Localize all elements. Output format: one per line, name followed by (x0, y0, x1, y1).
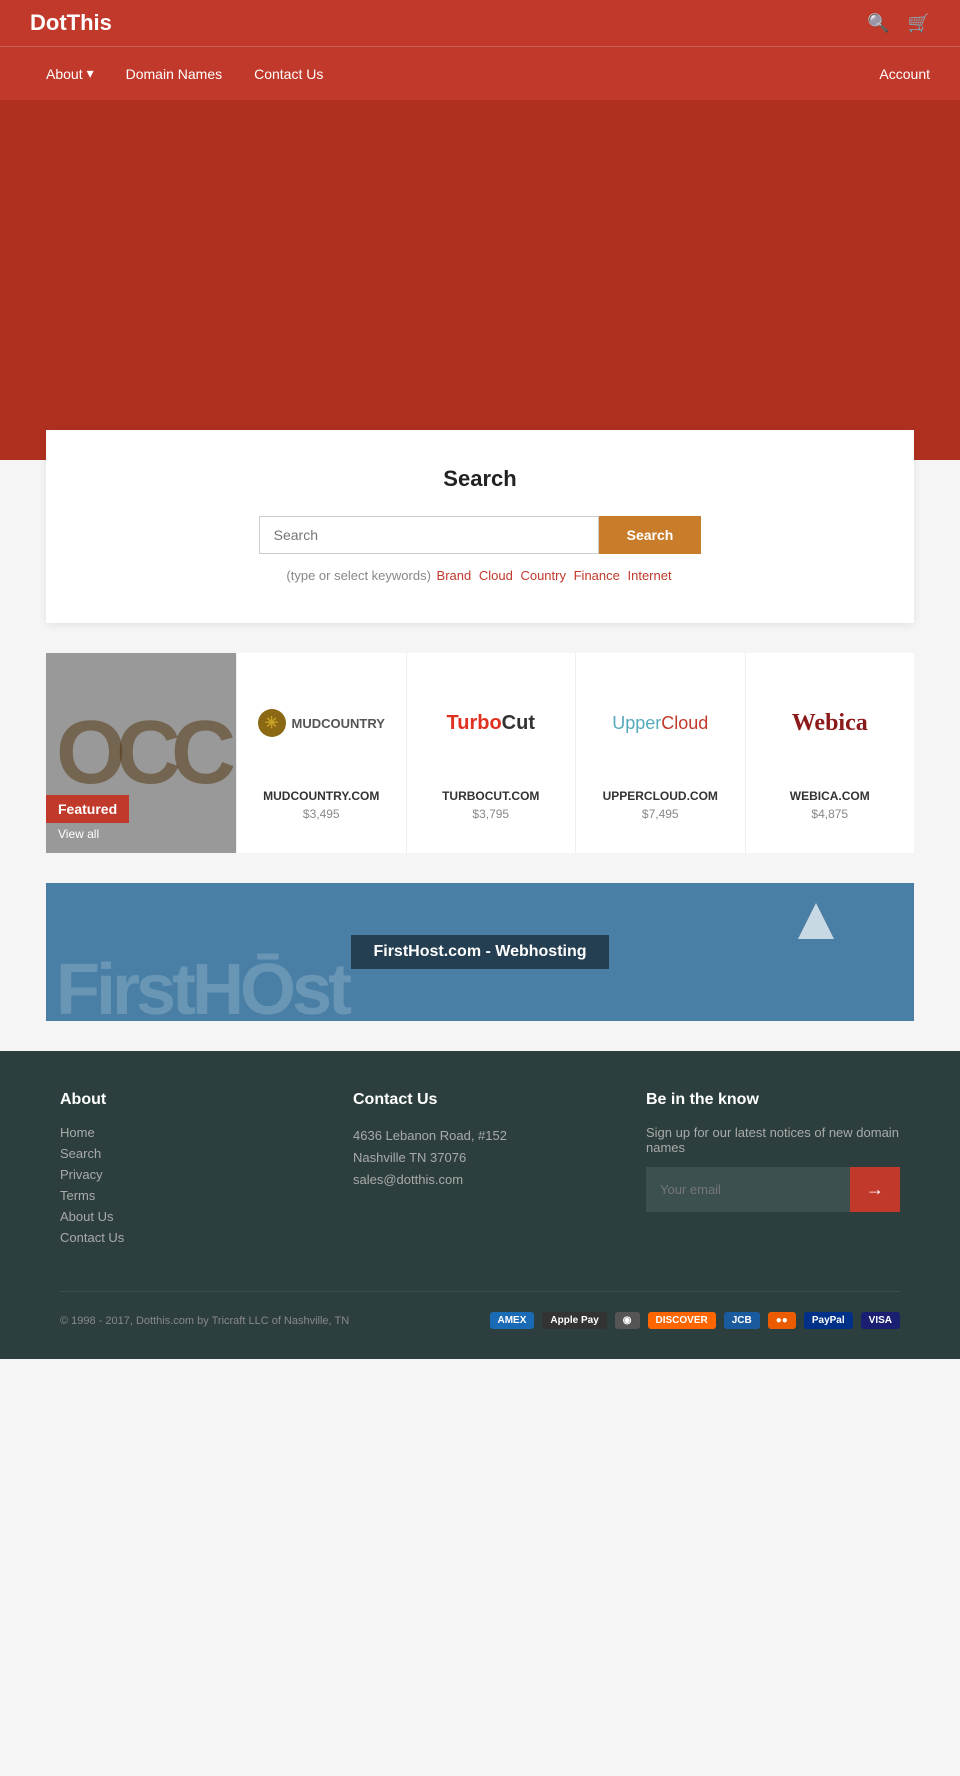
newsletter-row: → (646, 1167, 900, 1212)
product-name-mudcountry: MUDCOUNTRY.COM (247, 789, 396, 803)
footer-contact-address: 4636 Lebanon Road, #152 (353, 1125, 586, 1147)
footer-link-home[interactable]: Home (60, 1125, 293, 1140)
product-name-uppercloud: UPPERCLOUD.COM (586, 789, 735, 803)
nav-left: About ▾ Domain Names Contact Us (30, 47, 339, 100)
footer-link-search[interactable]: Search (60, 1146, 293, 1161)
footer-copyright: © 1998 - 2017, Dotthis.com by Tricraft L… (60, 1315, 349, 1327)
footer-link-contact-us[interactable]: Contact Us (60, 1230, 293, 1245)
payment-applepay: Apple Pay (542, 1312, 606, 1329)
product-item-uppercloud[interactable]: UpperCloud UPPERCLOUD.COM $7,495 (575, 653, 745, 853)
payment-icons: AMEX Apple Pay ◉ DISCOVER JCB ●● PayPal … (490, 1312, 901, 1329)
product-name-webica: WEBICA.COM (756, 789, 905, 803)
footer-link-privacy[interactable]: Privacy (60, 1167, 293, 1182)
nav-bar: About ▾ Domain Names Contact Us Account (0, 46, 960, 100)
nav-item-contact[interactable]: Contact Us (238, 47, 339, 100)
search-row: Search (86, 516, 874, 554)
site-logo[interactable]: DotThis (30, 10, 112, 36)
cart-icon[interactable]: 🛒 (908, 13, 930, 34)
top-bar-icons: 🔍 🛒 (867, 13, 930, 34)
product-price-uppercloud: $7,495 (586, 807, 735, 821)
product-grid: MUDCOUNTRY MUDCOUNTRY.COM $3,495 TurboCu… (236, 653, 914, 853)
products-section: OCC Featured View all MUDCOUNTRY MUDCOUN… (46, 653, 914, 853)
nav-item-account[interactable]: Account (879, 48, 930, 100)
top-bar: DotThis 🔍 🛒 (0, 0, 960, 46)
footer-about-heading: About (60, 1091, 293, 1109)
product-item-mudcountry[interactable]: MUDCOUNTRY MUDCOUNTRY.COM $3,495 (236, 653, 406, 853)
search-input[interactable] (259, 516, 599, 554)
search-title: Search (86, 466, 874, 492)
nav-item-domains[interactable]: Domain Names (110, 47, 238, 100)
product-item-turbocut[interactable]: TurboCut TURBOCUT.COM $3,795 (406, 653, 576, 853)
footer-newsletter-heading: Be in the know (646, 1091, 900, 1109)
footer-link-terms[interactable]: Terms (60, 1188, 293, 1203)
featured-block: OCC Featured View all (46, 653, 236, 853)
product-price-webica: $4,875 (756, 807, 905, 821)
newsletter-desc: Sign up for our latest notices of new do… (646, 1125, 900, 1155)
keyword-cloud[interactable]: Cloud (479, 568, 513, 583)
search-keywords: (type or select keywords) Brand Cloud Co… (86, 568, 874, 583)
product-price-mudcountry: $3,495 (247, 807, 396, 821)
product-logo-uppercloud: UpperCloud (586, 673, 735, 773)
keyword-brand[interactable]: Brand (437, 568, 472, 583)
featured-bg-text: OCC (56, 708, 226, 798)
payment-paypal: PayPal (804, 1312, 853, 1329)
footer-columns: About Home Search Privacy Terms About Us… (60, 1091, 900, 1251)
product-price-turbocut: $3,795 (417, 807, 566, 821)
footer: About Home Search Privacy Terms About Us… (0, 1051, 960, 1359)
footer-col-newsletter: Be in the know Sign up for our latest no… (646, 1091, 900, 1251)
footer-link-about-us[interactable]: About Us (60, 1209, 293, 1224)
ad-banner-arrow (798, 903, 834, 939)
mud-icon (258, 709, 286, 737)
keyword-finance[interactable]: Finance (574, 568, 620, 583)
search-button[interactable]: Search (599, 516, 702, 554)
payment-amex: AMEX (490, 1312, 535, 1329)
footer-contact-heading: Contact Us (353, 1091, 586, 1109)
payment-diners: ◉ (615, 1312, 640, 1329)
featured-label: Featured (46, 795, 129, 823)
view-all-link[interactable]: View all (46, 827, 236, 853)
search-icon[interactable]: 🔍 (867, 13, 889, 34)
search-section: Search Search (type or select keywords) … (46, 430, 914, 623)
footer-bottom: © 1998 - 2017, Dotthis.com by Tricraft L… (60, 1291, 900, 1329)
ad-banner-bigtext: FirstHŌst (56, 949, 348, 1021)
footer-contact-email: sales@dotthis.com (353, 1169, 586, 1191)
product-item-webica[interactable]: Webica WEBICA.COM $4,875 (745, 653, 915, 853)
product-name-turbocut: TURBOCUT.COM (417, 789, 566, 803)
ad-banner-label: FirstHost.com - Webhosting (351, 935, 608, 969)
payment-mastercard: ●● (768, 1312, 796, 1329)
hero-banner (0, 100, 960, 460)
product-logo-turbocut: TurboCut (417, 673, 566, 773)
nav-right: Account (879, 48, 930, 100)
newsletter-submit-button[interactable]: → (850, 1167, 900, 1212)
keyword-internet[interactable]: Internet (627, 568, 671, 583)
product-logo-webica: Webica (756, 673, 905, 773)
payment-visa: VISA (861, 1312, 900, 1329)
footer-col-contact: Contact Us 4636 Lebanon Road, #152 Nashv… (353, 1091, 586, 1251)
payment-discover: DISCOVER (648, 1312, 716, 1329)
footer-contact-city: Nashville TN 37076 (353, 1147, 586, 1169)
payment-jcb: JCB (724, 1312, 760, 1329)
ad-banner[interactable]: FirstHŌst FirstHost.com - Webhosting (46, 883, 914, 1021)
newsletter-input[interactable] (646, 1167, 850, 1212)
chevron-down-icon: ▾ (87, 65, 94, 82)
nav-item-about[interactable]: About ▾ (30, 47, 110, 100)
featured-block-bg: OCC (46, 653, 236, 853)
keyword-country[interactable]: Country (520, 568, 566, 583)
footer-col-about: About Home Search Privacy Terms About Us… (60, 1091, 293, 1251)
product-logo-mudcountry: MUDCOUNTRY (247, 673, 396, 773)
